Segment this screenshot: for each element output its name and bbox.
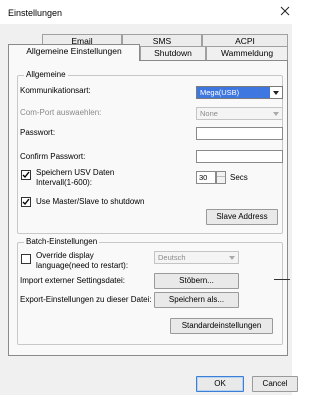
tab-allgemeine-einstellungen[interactable]: Allgemeine Einstellungen [8, 44, 140, 61]
comm-type-value: Mega(USB) [200, 88, 240, 97]
tab-panel-allgemeine: Allgemeine Kommunikationsart: Mega(USB) … [8, 60, 288, 356]
save-usv-label: Speichern USV Daten Intervall(1-600): [36, 168, 115, 187]
window-title: Einstellungen [8, 8, 63, 18]
tab-wammeldung-label: Wammeldung [220, 48, 274, 58]
tab-acpi-label: ACPI [235, 36, 255, 46]
interval-input[interactable]: 30 [196, 171, 216, 184]
password-field[interactable] [196, 127, 283, 140]
defaults-button[interactable]: Standardeinstellungen [170, 318, 273, 334]
title-bar: Einstellungen [0, 0, 292, 24]
checkmark-icon [22, 171, 30, 179]
pointer-line [274, 279, 290, 280]
comm-type-select[interactable]: Mega(USB) [196, 86, 283, 99]
cancel-button[interactable]: Cancel [252, 376, 298, 392]
comport-select[interactable]: None [196, 107, 283, 120]
override-language-checkbox[interactable] [21, 254, 31, 264]
checkmark-icon [22, 198, 30, 206]
chevron-down-icon [226, 252, 238, 263]
comport-value: None [200, 109, 218, 118]
ok-button[interactable]: OK [196, 376, 244, 392]
settings-window: Einstellungen Email SMS ACPI Allgemeine … [0, 0, 298, 395]
language-value: Deutsch [158, 253, 186, 262]
interval-spinner[interactable] [216, 171, 226, 184]
comm-type-label: Kommunikationsart: [20, 86, 91, 95]
tab-wammeldung[interactable]: Wammeldung [206, 46, 288, 60]
comport-label: Com-Port auswaehlen: [20, 108, 102, 117]
import-label: Import externer Settingsdatei: [20, 276, 125, 285]
browse-button[interactable]: Stöbern... [154, 273, 239, 289]
group-allgemeine-legend: Allgemeine [24, 70, 68, 79]
tab-sms-label: SMS [152, 36, 172, 46]
save-usv-checkbox[interactable] [21, 170, 31, 180]
group-allgemeine: Allgemeine Kommunikationsart: Mega(USB) … [17, 70, 283, 234]
slave-address-button[interactable]: Slave Address [206, 209, 278, 225]
confirm-password-label: Confirm Passwort: [20, 152, 86, 161]
language-select[interactable]: Deutsch [154, 251, 239, 264]
chevron-down-icon [270, 87, 282, 98]
interval-value: 30 [199, 173, 208, 182]
chevron-down-icon [270, 108, 282, 119]
tab-allgemeine-label: Allgemeine Einstellungen [26, 46, 122, 56]
tab-shutdown-label: Shutdown [154, 48, 192, 58]
password-label: Passwort: [20, 128, 56, 137]
export-label: Export-Einstellungen zu dieser Datei: [20, 295, 152, 304]
override-language-label: Override display language(need to restar… [36, 251, 129, 270]
close-icon[interactable] [278, 4, 290, 18]
master-slave-checkbox[interactable] [21, 197, 31, 207]
confirm-password-field[interactable] [196, 150, 283, 163]
master-slave-label: Use Master/Slave to shutdown [36, 197, 145, 206]
group-batch: Batch-Einstellungen Override display lan… [17, 237, 283, 345]
tab-shutdown[interactable]: Shutdown [140, 46, 206, 60]
interval-unit: Secs [230, 173, 248, 182]
group-batch-legend: Batch-Einstellungen [24, 237, 100, 246]
save-as-button[interactable]: Speichern als... [154, 292, 239, 308]
